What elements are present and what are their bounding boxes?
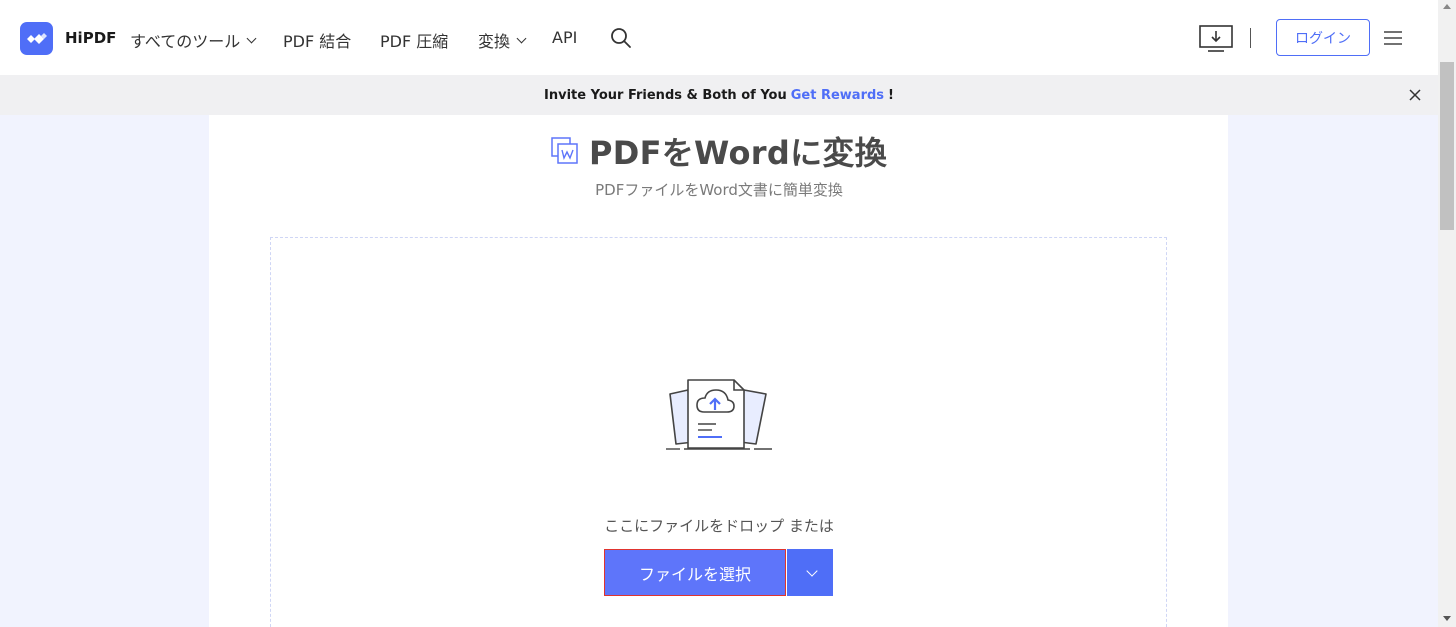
page-title-row: PDFをWordに変換 [0,128,1438,174]
banner-text: Invite Your Friends & Both of You [544,87,787,103]
word-file-icon [551,137,578,164]
cloud-upload-icon [666,379,772,450]
upload-options-dropdown[interactable] [787,549,833,596]
nav-pdf-merge-label: PDF 結合 [283,32,352,51]
nav-convert[interactable]: 変換 [478,28,527,52]
download-desktop-icon[interactable] [1198,24,1234,54]
chevron-down-icon [246,33,257,44]
nav-all-tools-label: すべてのツール [130,32,241,51]
select-file-button[interactable]: ファイルを選択 [604,549,786,596]
close-icon[interactable] [1407,87,1423,103]
top-header: HiPDF すべてのツール PDF 結合 PDF 圧縮 変換 API ログイン [0,0,1438,75]
nav-all-tools[interactable]: すべてのツール [130,28,257,52]
nav-pdf-merge[interactable]: PDF 結合 [283,28,351,52]
nav-api[interactable]: API [552,28,577,47]
hipdf-logo-icon[interactable] [20,22,53,55]
chevron-down-icon [805,565,818,577]
nav-api-label: API [552,28,578,47]
nav-convert-label: 変換 [478,32,511,51]
nav-pdf-compress-label: PDF 圧縮 [380,32,449,51]
scroll-down-arrow-icon[interactable] [1443,616,1451,621]
get-rewards-link[interactable]: Get Rewards [791,88,884,103]
page-title: PDFをWordに変換 [588,134,887,172]
chevron-down-icon [516,33,527,44]
header-divider [1250,28,1251,48]
nav-pdf-compress[interactable]: PDF 圧縮 [380,28,448,52]
page-subtitle: PDFファイルをWord文書に簡単変換 [595,181,843,199]
search-icon[interactable] [609,26,633,50]
scroll-thumb[interactable] [1440,62,1454,230]
banner-suffix: ! [888,87,894,103]
brand-name[interactable]: HiPDF [65,29,116,47]
login-button[interactable]: ログイン [1276,19,1370,56]
invite-banner: Invite Your Friends & Both of You Get Re… [0,75,1438,115]
scroll-up-arrow-icon[interactable] [1443,4,1451,9]
drop-instructions: ここにファイルをドロップ または [604,517,834,535]
hamburger-menu-icon[interactable] [1384,31,1402,45]
